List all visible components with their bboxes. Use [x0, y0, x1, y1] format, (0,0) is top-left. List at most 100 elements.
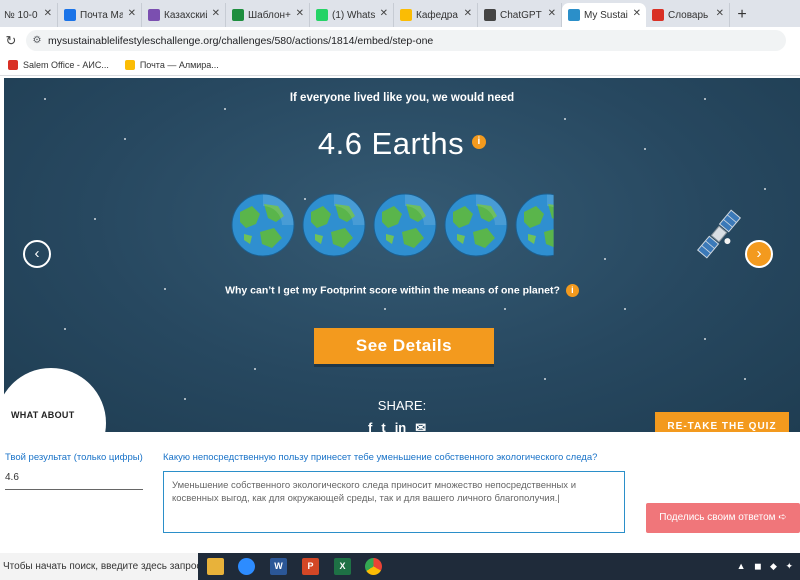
tab-label: My Sustain — [584, 9, 628, 21]
tab-label: Казахский — [164, 9, 207, 21]
close-tab-icon[interactable]: ✕ — [44, 8, 52, 19]
share-answer-button[interactable]: Поделись своим ответом ➪ — [646, 503, 800, 533]
new-tab-button[interactable]: + — [730, 3, 754, 27]
system-tray: ▲ ◼ ◆ ✦ — [736, 561, 796, 571]
zoom-icon[interactable] — [238, 558, 255, 575]
star-decoration — [504, 308, 506, 310]
url-field[interactable]: ⚙ mysustainablelifestyleschallenge.org/c… — [26, 30, 786, 51]
close-tab-icon[interactable]: ✕ — [633, 8, 641, 19]
earth-globe-icon — [373, 193, 437, 257]
answer-form: Твой результат (только цифры) 4.6 Какую … — [0, 432, 800, 553]
answer-textarea[interactable]: Уменьшение собственного экологического с… — [163, 471, 625, 533]
tab-favicon-icon — [568, 9, 580, 21]
reload-icon[interactable]: ↻ — [2, 33, 20, 49]
close-tab-icon[interactable]: ✕ — [464, 8, 472, 19]
close-tab-icon[interactable]: ✕ — [212, 8, 220, 19]
address-bar: ↻ ⚙ mysustainablelifestyleschallenge.org… — [0, 27, 800, 54]
previous-arrow-button[interactable]: ‹ — [23, 240, 51, 268]
tab-label: Почта Ма — [80, 9, 123, 21]
tab-favicon-icon — [316, 9, 328, 21]
browser-tab[interactable]: (1) WhatsA ✕ — [310, 3, 394, 27]
question-label: Какую непосредственную пользу принесет т… — [163, 452, 598, 463]
footprint-question: Why can’t I get my Footprint score withi… — [4, 284, 800, 297]
powerpoint-icon[interactable]: P — [302, 558, 319, 575]
browser-tab[interactable]: Почта Ма ✕ — [58, 3, 142, 27]
retake-quiz-button[interactable]: RE-TAKE THE QUIZ — [655, 412, 789, 432]
star-decoration — [604, 258, 606, 260]
browser-tab[interactable]: My Sustain ✕ — [562, 3, 646, 27]
tab-favicon-icon — [484, 9, 496, 21]
earths-count: 4.6 Earths i — [4, 126, 800, 162]
close-tab-icon[interactable]: ✕ — [128, 8, 136, 19]
info-icon[interactable]: i — [472, 134, 487, 149]
share-label: SHARE: — [377, 398, 427, 413]
facebook-icon[interactable]: f — [368, 420, 372, 432]
star-decoration — [94, 218, 96, 220]
browser-tab[interactable]: № 10-0 ✕ — [0, 3, 58, 27]
next-arrow-button[interactable]: › — [745, 240, 773, 268]
bookmark-favicon-icon — [8, 59, 18, 70]
star-decoration — [704, 338, 706, 340]
bookmark-label: Salem Office - АИС... — [23, 59, 109, 70]
star-decoration — [64, 328, 66, 330]
url-text: mysustainablelifestyleschallenge.org/cha… — [48, 34, 434, 47]
hero-headline: If everyone lived like you, we would nee… — [289, 92, 515, 104]
close-tab-icon[interactable]: ✕ — [296, 8, 304, 19]
star-decoration — [564, 118, 566, 120]
browser-tab[interactable]: Кафедра К ✕ — [394, 3, 478, 27]
question-info-icon[interactable]: i — [565, 284, 579, 297]
tab-label: Словарь и — [668, 9, 711, 21]
share-answer-label: Поделись своим ответом — [659, 512, 776, 523]
earth-globe-icon — [444, 193, 508, 257]
footprint-question-text[interactable]: Why can’t I get my Footprint score withi… — [225, 284, 560, 296]
share-icons: f t in ✉ — [368, 420, 426, 432]
browser-tab[interactable]: Казахский ✕ — [142, 3, 226, 27]
taskbar-search[interactable]: Чтобы начать поиск, введите здесь запрос — [0, 553, 198, 580]
site-info-icon[interactable]: ⚙ — [26, 35, 48, 46]
earth-globe-icon — [515, 193, 554, 257]
tab-favicon-icon — [232, 9, 244, 21]
excel-icon[interactable]: X — [334, 558, 351, 575]
see-details-button[interactable]: See Details — [314, 328, 494, 364]
results-hero: If everyone lived like you, we would nee… — [4, 78, 800, 432]
result-label: Твой результат (только цифры) — [5, 452, 143, 463]
star-decoration — [224, 108, 226, 110]
close-tab-icon[interactable]: ✕ — [380, 8, 388, 19]
star-decoration — [624, 308, 626, 310]
twitter-icon[interactable]: t — [381, 420, 385, 432]
tab-favicon-icon — [400, 9, 412, 21]
file-explorer-icon[interactable] — [207, 558, 224, 575]
browser-tab[interactable]: Словарь и ✕ — [646, 3, 730, 27]
email-icon[interactable]: ✉ — [415, 420, 426, 432]
bookmark-item[interactable]: Salem Office - АИС... — [8, 59, 109, 70]
browser-tab[interactable]: Шаблон+т ✕ — [226, 3, 310, 27]
tab-favicon-icon — [148, 9, 160, 21]
word-icon[interactable]: W — [270, 558, 287, 575]
star-decoration — [544, 378, 546, 380]
close-tab-icon[interactable]: ✕ — [716, 8, 724, 19]
bookmarks-bar: Salem Office - АИС... Почта — Алмира... — [0, 54, 800, 76]
tab-label: Шаблон+т — [248, 9, 291, 21]
tab-favicon-icon — [64, 9, 76, 21]
tab-label: № 10-0 — [4, 9, 38, 21]
tab-label: ChatGPT — [500, 9, 542, 21]
send-icon: ➪ — [778, 512, 787, 523]
linkedin-icon[interactable]: in — [395, 420, 407, 432]
result-input[interactable]: 4.6 — [5, 471, 143, 490]
browser-tab[interactable]: ChatGPT ✕ — [478, 3, 562, 27]
windows-taskbar: Чтобы начать поиск, введите здесь запрос… — [0, 553, 800, 580]
tab-label: (1) WhatsA — [332, 9, 375, 21]
bookmark-item[interactable]: Почта — Алмира... — [124, 59, 219, 70]
star-decoration — [764, 188, 766, 190]
chrome-icon[interactable] — [365, 558, 382, 575]
tab-strip: № 10-0 ✕ Почта Ма ✕ Казахский ✕ Шаблон+т ✕ (1) W… — [0, 0, 800, 27]
earth-globe-icon — [231, 193, 295, 257]
bookmark-favicon-icon — [124, 59, 135, 70]
satellite-icon — [696, 209, 742, 259]
earth-globe-icon — [302, 193, 366, 257]
earths-count-text: 4.6 Earths — [317, 126, 465, 161]
tab-label: Кафедра К — [416, 9, 459, 21]
star-decoration — [384, 308, 386, 310]
star-decoration — [744, 378, 746, 380]
close-tab-icon[interactable]: ✕ — [548, 8, 556, 19]
